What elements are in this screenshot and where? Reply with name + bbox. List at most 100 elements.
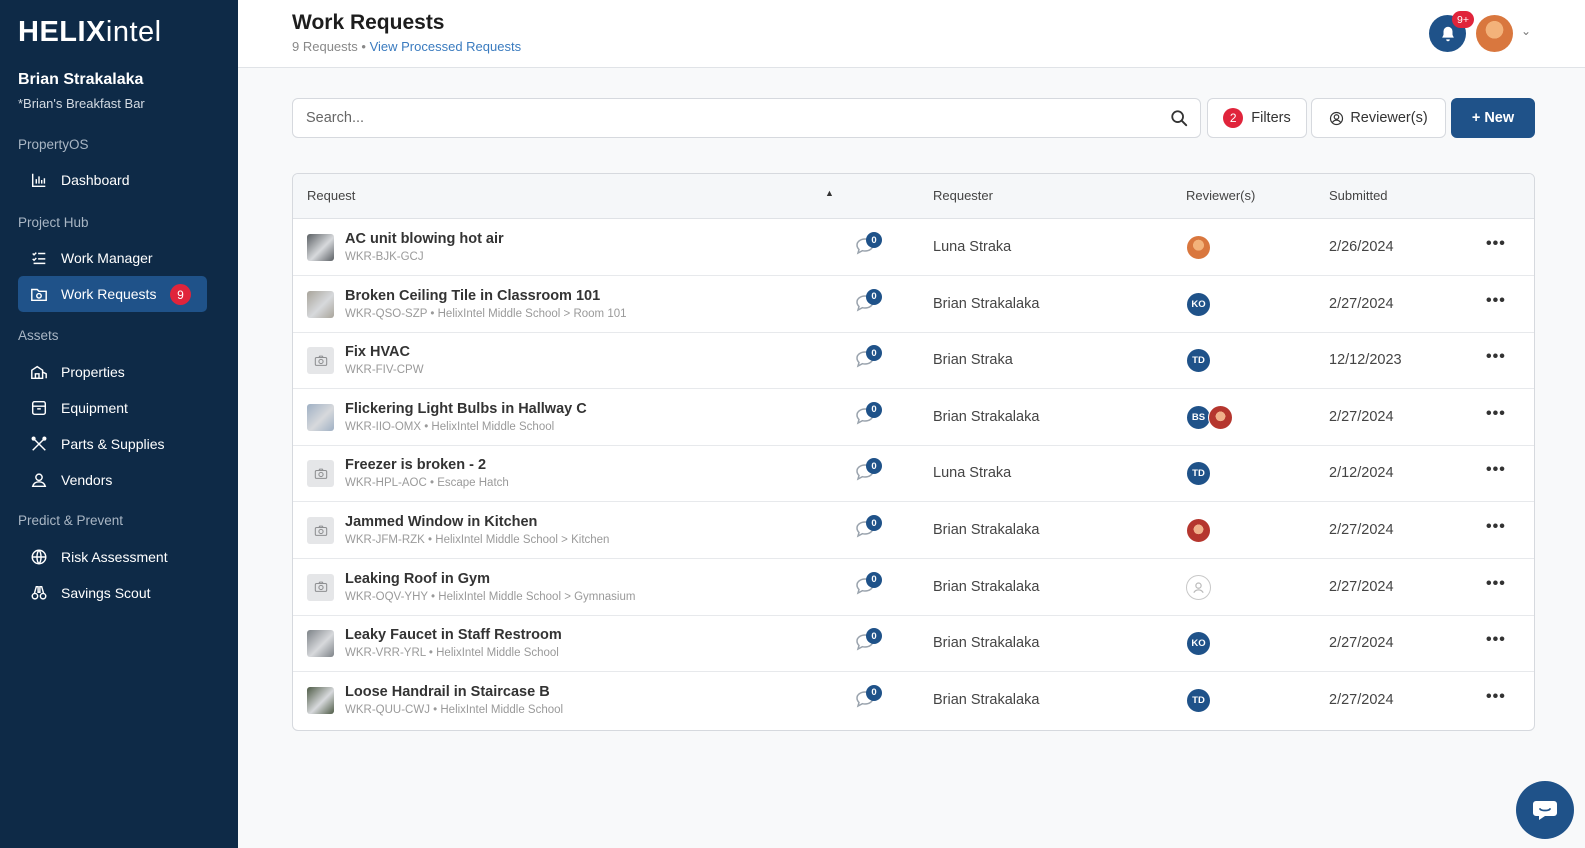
sidebar-item-risk-assessment[interactable]: Risk Assessment bbox=[18, 539, 207, 575]
request-title[interactable]: Leaky Faucet in Staff Restroom bbox=[345, 627, 562, 643]
submitted-date: 2/26/2024 bbox=[1329, 239, 1394, 255]
work-requests-table: Request ▲ Requester Reviewer(s) Submitte… bbox=[292, 173, 1535, 731]
submitted-date: 2/27/2024 bbox=[1329, 295, 1394, 312]
comment-count-badge: 0 bbox=[866, 345, 882, 362]
sidebar-item-equipment[interactable]: Equipment bbox=[18, 390, 207, 426]
column-header-request[interactable]: Request bbox=[307, 188, 355, 203]
requester-name: Brian Strakalaka bbox=[933, 522, 1040, 538]
column-header-submitted[interactable]: Submitted bbox=[1329, 188, 1388, 203]
sidebar-item-properties[interactable]: Properties bbox=[18, 354, 207, 390]
reviewers-button[interactable]: Reviewer(s) bbox=[1311, 98, 1446, 138]
reviewer-avatar[interactable]: TD bbox=[1186, 348, 1211, 374]
filters-button[interactable]: 2 Filters bbox=[1207, 98, 1307, 138]
reviewers-cell: TD bbox=[1186, 461, 1211, 487]
reviewer-avatar[interactable]: TD bbox=[1186, 461, 1211, 487]
helixintel-logo[interactable]: HELIXintel bbox=[18, 16, 162, 49]
row-more-options-icon[interactable]: ••• bbox=[1486, 518, 1506, 536]
search-box bbox=[292, 98, 1201, 138]
reviewers-cell bbox=[1186, 574, 1211, 600]
new-request-button[interactable]: + New bbox=[1451, 98, 1535, 138]
user-circle-icon bbox=[1329, 111, 1350, 126]
requester-name: Brian Strakalaka bbox=[933, 635, 1040, 652]
comment-count-badge: 0 bbox=[866, 684, 882, 701]
reviewers-cell: TD bbox=[1186, 687, 1211, 713]
row-more-options-icon[interactable]: ••• bbox=[1486, 235, 1506, 253]
request-thumbnail bbox=[307, 290, 334, 318]
section-label-project-hub: Project Hub bbox=[18, 215, 89, 230]
sidebar: HELIXintel Brian Strakalaka *Brian's Bre… bbox=[0, 0, 238, 848]
request-title[interactable]: Leaking Roof in Gym bbox=[345, 571, 490, 587]
globe-icon bbox=[29, 547, 49, 567]
table-row[interactable]: Jammed Window in Kitchen WKR-JFM-RZK • H… bbox=[293, 502, 1534, 559]
table-row[interactable]: Flickering Light Bulbs in Hallway C WKR-… bbox=[293, 389, 1534, 446]
request-summary: 9 Requests • View Processed Requests bbox=[292, 39, 521, 54]
table-row[interactable]: Leaking Roof in Gym WKR-OQV-YHY • HelixI… bbox=[293, 559, 1534, 616]
sidebar-item-dashboard[interactable]: Dashboard bbox=[18, 162, 207, 198]
request-title[interactable]: Flickering Light Bulbs in Hallway C bbox=[345, 401, 587, 417]
binoculars-icon bbox=[29, 583, 49, 603]
folder-camera-icon bbox=[29, 284, 49, 304]
request-title[interactable]: Broken Ceiling Tile in Classroom 101 bbox=[345, 288, 600, 304]
reviewer-avatar[interactable] bbox=[1208, 404, 1233, 430]
comment-count-badge: 0 bbox=[866, 401, 882, 418]
request-title[interactable]: AC unit blowing hot air bbox=[345, 231, 504, 247]
sidebar-item-savings-scout[interactable]: Savings Scout bbox=[18, 575, 207, 611]
table-header: Request ▲ Requester Reviewer(s) Submitte… bbox=[293, 174, 1534, 219]
sidebar-item-work-manager[interactable]: Work Manager bbox=[18, 240, 207, 276]
reviewer-avatar[interactable]: TD bbox=[1186, 687, 1211, 713]
chart-icon bbox=[29, 170, 49, 190]
camera-placeholder-icon bbox=[307, 347, 334, 375]
request-id-location: WKR-BJK-GCJ bbox=[345, 251, 424, 263]
request-thumbnail bbox=[307, 630, 334, 658]
user-avatar[interactable] bbox=[1476, 15, 1513, 52]
requester-name: Brian Strakalaka bbox=[933, 408, 1040, 425]
row-more-options-icon[interactable]: ••• bbox=[1486, 348, 1506, 366]
user-organization: *Brian's Breakfast Bar bbox=[18, 96, 145, 111]
reviewer-avatar[interactable] bbox=[1186, 235, 1211, 260]
row-more-options-icon[interactable]: ••• bbox=[1486, 292, 1506, 310]
sidebar-item-vendors[interactable]: Vendors bbox=[18, 462, 207, 498]
reviewers-cell bbox=[1186, 518, 1211, 543]
sidebar-item-work-requests[interactable]: Work Requests 9 bbox=[18, 276, 207, 312]
request-id-location: WKR-QUU-CWJ • HelixIntel Middle School bbox=[345, 703, 564, 716]
row-more-options-icon[interactable]: ••• bbox=[1486, 405, 1506, 423]
row-more-options-icon[interactable]: ••• bbox=[1486, 688, 1506, 706]
submitted-date: 2/12/2024 bbox=[1329, 465, 1394, 482]
request-title[interactable]: Jammed Window in Kitchen bbox=[345, 514, 537, 530]
column-header-reviewers[interactable]: Reviewer(s) bbox=[1186, 188, 1255, 203]
request-title[interactable]: Fix HVAC bbox=[345, 344, 410, 360]
table-row[interactable]: Leaky Faucet in Staff Restroom WKR-VRR-Y… bbox=[293, 615, 1534, 673]
search-icon[interactable] bbox=[1170, 109, 1188, 127]
table-row[interactable]: Broken Ceiling Tile in Classroom 101 WKR… bbox=[293, 276, 1534, 333]
filters-count-badge: 2 bbox=[1223, 108, 1244, 128]
request-title[interactable]: Freezer is broken - 2 bbox=[345, 457, 486, 473]
table-row[interactable]: Freezer is broken - 2 WKR-HPL-AOC • Esca… bbox=[293, 445, 1534, 503]
camera-placeholder-icon bbox=[307, 517, 334, 544]
search-input[interactable] bbox=[306, 99, 1146, 137]
reviewer-avatar[interactable]: KO bbox=[1186, 631, 1211, 657]
request-id-location: WKR-FIV-CPW bbox=[345, 364, 424, 377]
table-row[interactable]: AC unit blowing hot air WKR-BJK-GCJ 0 Lu… bbox=[293, 219, 1534, 276]
submitted-date: 2/27/2024 bbox=[1329, 522, 1394, 538]
column-header-requester[interactable]: Requester bbox=[933, 188, 993, 203]
request-title[interactable]: Loose Handrail in Staircase B bbox=[345, 684, 550, 700]
reviewer-avatar[interactable]: KO bbox=[1186, 291, 1211, 317]
table-row[interactable]: Fix HVAC WKR-FIV-CPW 0 Brian Straka TD 1… bbox=[293, 332, 1534, 390]
reviewers-cell: TD bbox=[1186, 348, 1211, 374]
row-more-options-icon[interactable]: ••• bbox=[1486, 631, 1506, 649]
table-row[interactable]: Loose Handrail in Staircase B WKR-QUU-CW… bbox=[293, 672, 1534, 729]
row-more-options-icon[interactable]: ••• bbox=[1486, 461, 1506, 479]
chat-launcher-button[interactable] bbox=[1516, 781, 1574, 839]
requester-name: Luna Straka bbox=[933, 239, 1012, 255]
top-header: Work Requests 9 Requests • View Processe… bbox=[238, 0, 1585, 68]
view-processed-requests-link[interactable]: View Processed Requests bbox=[370, 39, 522, 54]
reviewer-avatar[interactable] bbox=[1186, 518, 1211, 543]
sort-ascending-icon[interactable]: ▲ bbox=[825, 188, 834, 198]
row-more-options-icon[interactable]: ••• bbox=[1486, 575, 1506, 593]
reviewers-cell: KO bbox=[1186, 631, 1211, 657]
chevron-down-icon[interactable]: ⌄ bbox=[1521, 24, 1531, 38]
unassigned-reviewer-icon[interactable] bbox=[1186, 574, 1211, 600]
comment-count-badge: 0 bbox=[866, 232, 882, 248]
camera-placeholder-icon bbox=[307, 460, 334, 488]
sidebar-item-parts-supplies[interactable]: Parts & Supplies bbox=[18, 426, 207, 462]
